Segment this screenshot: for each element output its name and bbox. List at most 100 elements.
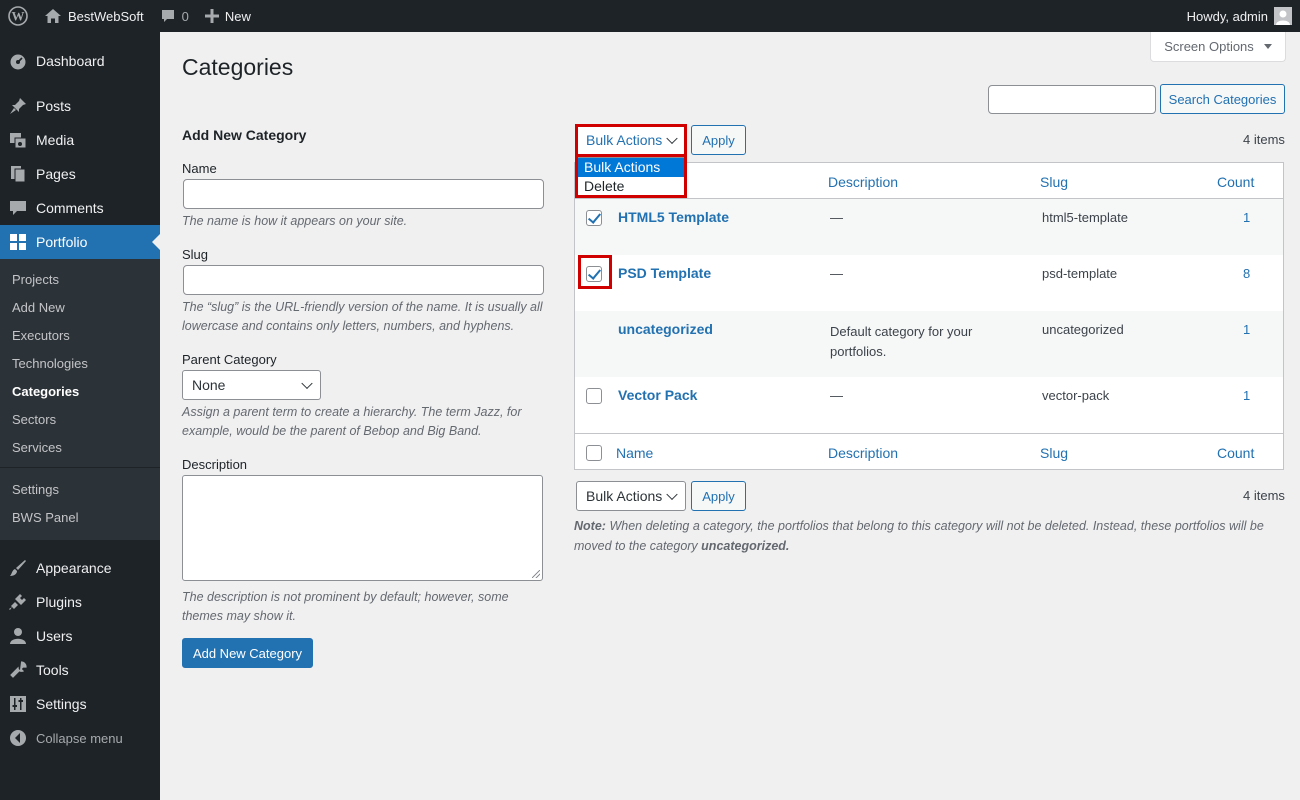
select-all-checkbox-bottom[interactable] [586,445,602,461]
dropdown-option-bulk-actions[interactable]: Bulk Actions [578,158,684,177]
submenu-item-categories[interactable]: Categories [12,384,79,399]
sidebar-item-label: Posts [36,98,72,114]
wordpress-logo-icon: W [8,6,28,26]
category-description: — [830,266,843,281]
submenu-item-technologies[interactable]: Technologies [12,356,88,371]
sidebar-item-settings[interactable]: Settings [0,687,160,721]
column-header-description[interactable]: Description [828,174,898,190]
column-header-count[interactable]: Count [1217,174,1254,190]
sidebar-item-label: Users [36,628,73,644]
collapse-menu-button[interactable]: Collapse menu [0,721,160,755]
site-name-link[interactable]: BestWebSoft [36,0,152,32]
sidebar-item-dashboard[interactable]: Dashboard [0,44,160,78]
row-checkbox[interactable] [586,388,602,404]
category-slug: psd-template [1042,266,1118,281]
chevron-down-icon [301,377,313,390]
bulk-actions-value: Bulk Actions [586,488,663,504]
screen-options-label: Screen Options [1164,39,1254,54]
column-footer-slug[interactable]: Slug [1040,445,1068,461]
apply-button-top[interactable]: Apply [691,125,746,155]
sidebar-item-users[interactable]: Users [0,619,160,653]
comments-link[interactable]: 0 [152,0,197,32]
add-new-category-button[interactable]: Add New Category [182,638,313,668]
category-count-link[interactable]: 1 [1243,210,1250,225]
sidebar-item-label: Media [36,132,75,148]
sidebar-item-comments[interactable]: Comments [0,191,160,225]
grid-icon [0,233,36,251]
plug-icon [0,593,36,611]
category-description: — [830,210,843,225]
row-checkbox[interactable] [586,210,602,226]
brush-icon [0,559,36,577]
search-categories-input[interactable] [988,85,1156,114]
search-categories-button[interactable]: Search Categories [1160,84,1285,114]
home-icon [44,8,62,24]
submenu-item-add-new[interactable]: Add New [12,300,65,315]
header-divider [575,198,1283,199]
description-help-text: The description is not prominent by defa… [182,590,509,623]
settings-sliders-icon [0,695,36,713]
category-name-link[interactable]: uncategorized [618,321,713,337]
description-label: Description [182,457,248,472]
page-title: Categories [182,54,294,80]
dropdown-option-delete[interactable]: Delete [578,177,684,196]
table-row-bg [575,199,1283,255]
footer-divider [575,433,1283,434]
column-footer-description[interactable]: Description [828,445,898,461]
portfolio-submenu: Projects Add New Executors Technologies … [0,259,160,540]
new-content-link[interactable]: New [197,0,259,32]
category-count-link[interactable]: 1 [1243,322,1250,337]
category-name-link[interactable]: Vector Pack [618,387,697,403]
sidebar-item-appearance[interactable]: Appearance [0,551,160,585]
category-name-link[interactable]: HTML5 Template [618,209,729,225]
submenu-item-sectors[interactable]: Sectors [12,412,56,427]
note-text: Note: When deleting a category, the port… [574,516,1274,556]
parent-category-label: Parent Category [182,352,277,367]
collapse-icon [0,729,36,747]
submenu-item-bws-panel[interactable]: BWS Panel [12,510,78,525]
category-description: — [830,388,843,403]
parent-category-select[interactable]: None [182,370,321,400]
sidebar-item-label: Dashboard [36,53,105,69]
submenu-item-settings[interactable]: Settings [12,482,59,497]
column-header-slug[interactable]: Slug [1040,174,1068,190]
chevron-down-icon [666,488,678,501]
sidebar-item-label: Comments [36,200,104,216]
submenu-item-executors[interactable]: Executors [12,328,70,343]
category-count-link[interactable]: 8 [1243,266,1250,281]
resize-handle-icon [532,570,540,578]
sidebar-item-pages[interactable]: Pages [0,157,160,191]
sidebar-item-label: Plugins [36,594,82,610]
row-checkbox[interactable] [586,266,602,282]
category-count-link[interactable]: 1 [1243,388,1250,403]
bulk-actions-dropdown-list: Bulk Actions Delete [577,157,685,197]
description-textarea[interactable] [182,475,543,581]
sidebar-item-tools[interactable]: Tools [0,653,160,687]
sidebar-item-media[interactable]: Media [0,123,160,157]
collapse-menu-label: Collapse menu [36,730,123,746]
bulk-actions-select-top[interactable]: Bulk Actions [576,125,686,155]
svg-text:W: W [12,9,25,24]
submenu-item-projects[interactable]: Projects [12,272,59,287]
sidebar-item-portfolio[interactable]: Portfolio [0,225,160,259]
slug-field[interactable] [183,265,544,295]
submenu-item-services[interactable]: Services [12,440,62,455]
sidebar-item-posts[interactable]: Posts [0,89,160,123]
screen-options-button[interactable]: Screen Options [1150,32,1286,62]
my-account-link[interactable]: Howdy, admin [1179,0,1296,32]
avatar [1274,7,1292,25]
name-field[interactable] [183,179,544,209]
parent-category-help-text: Assign a parent term to create a hierarc… [182,405,522,438]
wordpress-logo-button[interactable]: W [0,0,36,32]
site-name: BestWebSoft [68,8,144,24]
sidebar-item-plugins[interactable]: Plugins [0,585,160,619]
column-footer-count[interactable]: Count [1217,445,1254,461]
sidebar-item-label: Appearance [36,560,112,576]
category-name-link[interactable]: PSD Template [618,265,711,281]
column-footer-name[interactable]: Name [616,445,653,461]
category-slug: vector-pack [1042,388,1110,403]
slug-label: Slug [182,247,209,262]
bulk-actions-select-bottom[interactable]: Bulk Actions [576,481,686,511]
comment-bubble-icon [160,8,176,24]
apply-button-bottom[interactable]: Apply [691,481,746,511]
